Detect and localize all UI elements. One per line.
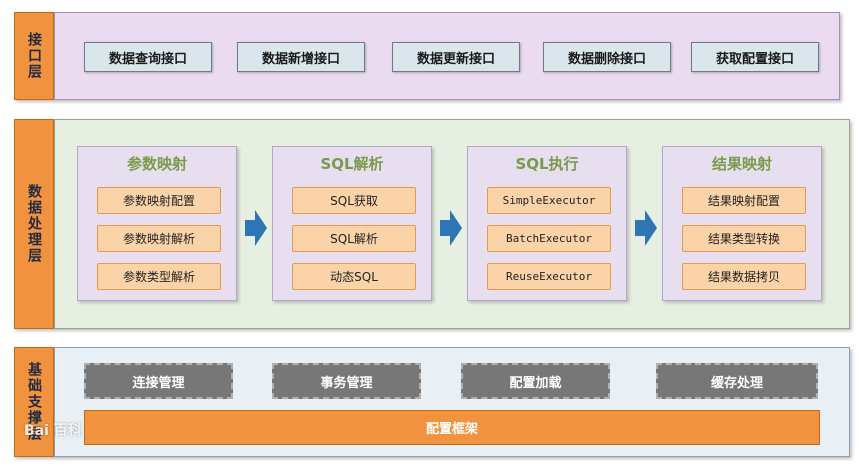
infra-config-loading: 配置加载	[461, 363, 610, 399]
module-item: 参数映射配置	[97, 187, 221, 214]
module-title: 结果映射	[711, 155, 772, 173]
module-item: SQL获取	[292, 187, 416, 214]
module-item: 结果映射配置	[682, 187, 806, 214]
api-insert: 数据新增接口	[237, 42, 365, 72]
config-framework-bar: 配置框架	[84, 410, 820, 445]
api-update: 数据更新接口	[392, 42, 520, 72]
module-item: SimpleExecutor	[487, 187, 611, 214]
api-delete: 数据删除接口	[543, 42, 671, 72]
interface-layer-label-text: 接口层	[26, 32, 42, 80]
module-result-mapping: 结果映射 结果映射配置 结果类型转换 结果数据拷贝	[662, 146, 822, 301]
module-title: 参数映射	[126, 155, 187, 173]
flow-arrow-icon	[635, 210, 657, 246]
watermark: Bai 百科	[24, 423, 82, 439]
module-title: SQL执行	[515, 155, 579, 173]
module-item: 参数映射解析	[97, 225, 221, 252]
interface-layer-label: 接口层	[14, 12, 54, 100]
module-item: 结果数据拷贝	[682, 263, 806, 290]
infra-connection-mgmt: 连接管理	[84, 363, 233, 399]
module-title: SQL解析	[320, 155, 384, 173]
module-sql-parse: SQL解析 SQL获取 SQL解析 动态SQL	[272, 146, 432, 301]
flow-arrow-icon	[440, 210, 462, 246]
processing-layer-label: 数据处理层	[14, 119, 54, 329]
api-query: 数据查询接口	[84, 42, 212, 72]
infra-cache-handling: 缓存处理	[656, 363, 818, 399]
module-item: ReuseExecutor	[487, 263, 611, 290]
module-item: 动态SQL	[292, 263, 416, 290]
api-get-config: 获取配置接口	[691, 42, 819, 72]
module-sql-exec: SQL执行 SimpleExecutor BatchExecutor Reuse…	[467, 146, 627, 301]
processing-layer-label-text: 数据处理层	[26, 184, 42, 264]
infra-transaction-mgmt: 事务管理	[272, 363, 421, 399]
module-item: BatchExecutor	[487, 225, 611, 252]
module-item: 参数类型解析	[97, 263, 221, 290]
module-item: SQL解析	[292, 225, 416, 252]
foundation-layer-label: 基础支撑层	[14, 347, 54, 457]
module-item: 结果类型转换	[682, 225, 806, 252]
module-param-mapping: 参数映射 参数映射配置 参数映射解析 参数类型解析	[77, 146, 237, 301]
flow-arrow-icon	[245, 210, 267, 246]
